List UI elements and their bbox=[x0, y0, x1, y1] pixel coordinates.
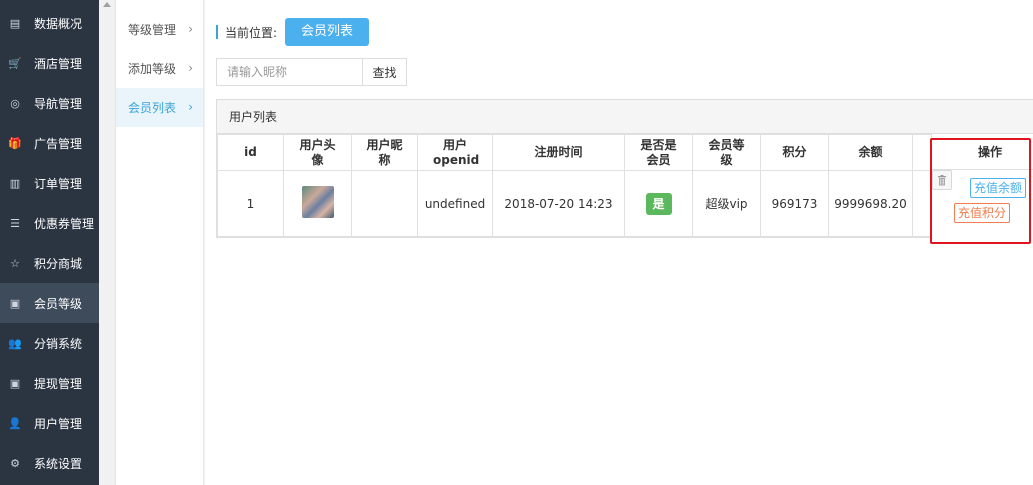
breadcrumb-current-button[interactable]: 会员列表 bbox=[285, 18, 370, 46]
col-header-openid-text: 用户openid bbox=[433, 137, 480, 167]
col-header-openid: 用户openid bbox=[417, 134, 493, 171]
main-content: 当前位置: 会员列表 查找 用户列表 id 用户头像 用户昵称 用户openid… bbox=[205, 0, 1033, 485]
panel-title: 用户列表 bbox=[217, 100, 1033, 134]
sidebar-item-label: 分销系统 bbox=[34, 336, 83, 351]
search-button[interactable]: 查找 bbox=[362, 58, 407, 86]
recharge-balance-button[interactable]: 充值余额 bbox=[970, 178, 1027, 198]
sidebar-item-points-mall[interactable]: ☆ 积分商城 bbox=[0, 243, 99, 283]
subnav-item-member-list[interactable]: 会员列表 › bbox=[116, 88, 203, 127]
chevron-right-icon: › bbox=[188, 100, 193, 114]
scroll-up-arrow-icon[interactable] bbox=[103, 2, 111, 7]
gear-icon: ⚙ bbox=[10, 456, 20, 470]
breadcrumb-accent-bar bbox=[216, 25, 218, 39]
sidebar-item-label: 优惠券管理 bbox=[34, 216, 95, 231]
sidebar-item-distribution[interactable]: 👥 分销系统 bbox=[0, 323, 99, 363]
chevron-right-icon: › bbox=[188, 61, 193, 75]
sidebar-item-label: 订单管理 bbox=[34, 176, 83, 191]
trash-icon bbox=[938, 174, 946, 185]
col-header-id: id bbox=[217, 134, 284, 171]
col-header-level-text: 会员等级 bbox=[708, 137, 745, 167]
sidebar-item-label: 系统设置 bbox=[34, 456, 83, 471]
cell-points: 969173 bbox=[760, 170, 829, 237]
cell-nickname bbox=[351, 170, 418, 237]
sidebar-item-dashboard[interactable]: ▤ 数据概况 bbox=[0, 3, 99, 43]
sidebar-item-member-level[interactable]: ▣ 会员等级 bbox=[0, 283, 99, 323]
sidebar-item-label: 提现管理 bbox=[34, 376, 83, 391]
user-list-panel: 用户列表 id 用户头像 用户昵称 用户openid 注册时间 是否是会员 会员… bbox=[216, 99, 1033, 238]
table-header-row: id 用户头像 用户昵称 用户openid 注册时间 是否是会员 会员等级 积分… bbox=[217, 134, 1033, 171]
sidebar-item-label: 用户管理 bbox=[34, 416, 83, 431]
search-bar: 查找 bbox=[216, 58, 407, 86]
users-icon: 👥 bbox=[8, 336, 22, 350]
server-icon: ▥ bbox=[9, 176, 21, 190]
cell-reg-time: 2018-07-20 14:23 bbox=[492, 170, 625, 237]
col-header-nickname: 用户昵称 bbox=[351, 134, 418, 171]
sidebar-scrollbar[interactable] bbox=[99, 0, 116, 485]
sidebar-item-label: 数据概况 bbox=[34, 16, 83, 31]
sidebar-item-navigation[interactable]: ◎ 导航管理 bbox=[0, 83, 99, 123]
gift-icon: 🎁 bbox=[8, 136, 22, 150]
breadcrumb-label: 当前位置: bbox=[225, 25, 278, 40]
col-header-is-member-text: 是否是会员 bbox=[640, 137, 677, 167]
sidebar-item-label: 导航管理 bbox=[34, 96, 83, 111]
cell-is-member: 是 bbox=[624, 170, 693, 237]
breadcrumb: 当前位置: 会员列表 bbox=[216, 18, 370, 46]
list-icon: ☰ bbox=[10, 216, 20, 230]
col-header-ops: 操作 bbox=[932, 134, 1033, 170]
sub-sidebar: 等级管理 › 添加等级 › 会员列表 › bbox=[116, 0, 204, 485]
col-header-is-member: 是否是会员 bbox=[624, 134, 693, 171]
user-icon: 👤 bbox=[8, 416, 22, 430]
sidebar-item-label: 酒店管理 bbox=[34, 56, 83, 71]
subnav-item-label: 等级管理 bbox=[128, 23, 177, 37]
col-header-level: 会员等级 bbox=[692, 134, 761, 171]
sidebar-item-coupons[interactable]: ☰ 优惠券管理 bbox=[0, 203, 99, 243]
compass-icon: ◎ bbox=[10, 96, 20, 110]
main-sidebar: ▤ 数据概况 🛒 酒店管理 ◎ 导航管理 🎁 广告管理 ▥ 订单管理 ☰ 优惠券… bbox=[0, 0, 99, 485]
col-header-reg-time: 注册时间 bbox=[492, 134, 625, 171]
col-header-nickname-text: 用户昵称 bbox=[366, 137, 403, 167]
table-row: 1 undefined 2018-07-20 14:23 是 超级vip 969… bbox=[217, 170, 1033, 237]
member-status-badge: 是 bbox=[645, 192, 672, 215]
cell-balance: 9999698.20 bbox=[828, 170, 913, 237]
dashboard-icon: ▤ bbox=[9, 16, 21, 30]
col-header-avatar: 用户头像 bbox=[283, 134, 352, 171]
cell-openid: undefined bbox=[417, 170, 493, 237]
col-header-balance: 余额 bbox=[828, 134, 913, 171]
sidebar-item-users[interactable]: 👤 用户管理 bbox=[0, 403, 99, 443]
nickname-search-input[interactable] bbox=[216, 58, 362, 86]
star-icon: ☆ bbox=[10, 256, 20, 270]
sidebar-item-orders[interactable]: ▥ 订单管理 bbox=[0, 163, 99, 203]
money-icon: ▣ bbox=[9, 296, 21, 310]
subnav-item-level-manage[interactable]: 等级管理 › bbox=[116, 10, 203, 49]
cell-avatar bbox=[283, 170, 352, 237]
cart-icon: 🛒 bbox=[8, 56, 22, 70]
delete-button[interactable] bbox=[932, 170, 952, 190]
avatar[interactable] bbox=[301, 186, 334, 218]
sidebar-item-hotel[interactable]: 🛒 酒店管理 bbox=[0, 43, 99, 83]
sidebar-item-label: 会员等级 bbox=[34, 296, 83, 311]
sidebar-item-label: 积分商城 bbox=[34, 256, 83, 271]
cell-id: 1 bbox=[217, 170, 284, 237]
sidebar-item-ads[interactable]: 🎁 广告管理 bbox=[0, 123, 99, 163]
sidebar-item-settings[interactable]: ⚙ 系统设置 bbox=[0, 443, 99, 483]
sidebar-item-withdraw[interactable]: ▣ 提现管理 bbox=[0, 363, 99, 403]
cell-level: 超级vip bbox=[692, 170, 761, 237]
col-header-points: 积分 bbox=[760, 134, 829, 171]
recharge-points-button[interactable]: 充值积分 bbox=[954, 203, 1011, 223]
subnav-item-add-level[interactable]: 添加等级 › bbox=[116, 49, 203, 88]
cash-icon: ▣ bbox=[9, 376, 21, 390]
subnav-item-label: 会员列表 bbox=[128, 101, 177, 115]
subnav-item-label: 添加等级 bbox=[128, 62, 177, 76]
sidebar-item-label: 广告管理 bbox=[34, 136, 83, 151]
user-table: id 用户头像 用户昵称 用户openid 注册时间 是否是会员 会员等级 积分… bbox=[217, 134, 1033, 237]
col-header-avatar-text: 用户头像 bbox=[299, 137, 336, 167]
chevron-right-icon: › bbox=[188, 22, 193, 36]
operations-column: 操作 充值余额 充值积分 bbox=[931, 134, 1033, 238]
